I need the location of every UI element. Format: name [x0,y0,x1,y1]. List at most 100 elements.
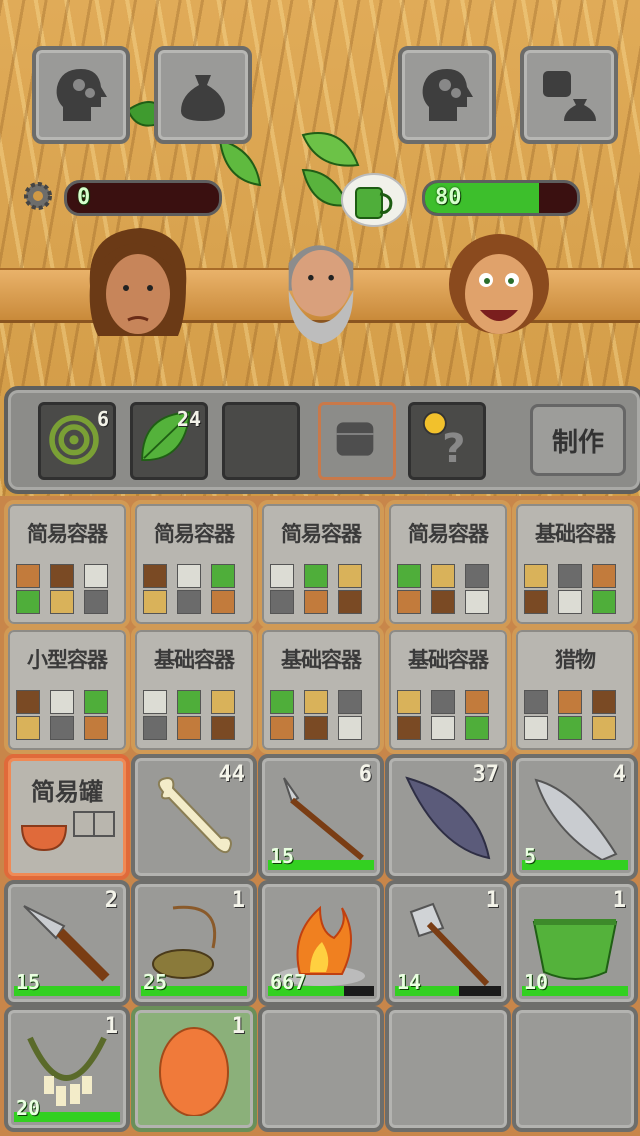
recipe-ingredient-icon [177,564,201,588]
skills-button[interactable] [32,46,130,144]
durability-value: 10 [524,970,549,994]
recipe-ingredient-icon [524,690,548,714]
item-count: 1 [612,888,626,913]
recipe-ingredient-icon [270,690,294,714]
craft-slot-1[interactable]: 6 [38,402,116,480]
character-face-young-man[interactable] [82,226,192,346]
recipe-card[interactable]: 简易容器 [258,500,384,628]
craft-slot-1-count: 6 [96,407,109,431]
empty-inventory-slot[interactable] [258,1006,384,1132]
recipe-ingredient-icon [143,716,167,740]
stone-blade-icon [534,778,618,862]
recipe-title: 基础容器 [154,648,235,672]
character-face-old-man[interactable] [266,226,376,346]
inventory-item[interactable]: 44 [131,754,257,880]
recipe-card[interactable]: 简易容器 [385,500,511,628]
recipe-ingredient-icon [431,690,455,714]
settings-gear-icon[interactable] [20,178,56,214]
recipe-ingredient-icon [397,590,421,614]
craft-slot-3[interactable] [222,402,300,480]
fist-bag-button[interactable] [520,46,618,144]
empty-inventory-slot[interactable] [385,1006,511,1132]
craft-button[interactable]: 制作 [530,404,626,476]
recipe-ingredient-icon [16,590,40,614]
recipe-ingredient-icon [84,716,108,740]
recipe-ingredient-icon [304,564,328,588]
item-count: 1 [231,888,245,913]
recipe-card[interactable]: 基础容器 [385,626,511,754]
recipe-card[interactable]: 猎物 [512,626,638,754]
thought-bubble-container-icon [341,173,407,227]
recipe-ingredient-icon [592,690,616,714]
recipe-title: 简易容器 [27,522,108,546]
clay-pot-icon [20,811,115,852]
recipe-ingredient-icon [558,690,582,714]
recipe-card[interactable]: 简易容器 [131,500,257,628]
recipe-ingredient-icon [270,564,294,588]
inventory-item[interactable]: 45 [512,754,638,880]
recipe-ingredient-icon [270,590,294,614]
recipe-ingredient-icon [465,690,489,714]
inventory-item[interactable]: 37 [385,754,511,880]
recipe-card[interactable]: 基础容器 [512,500,638,628]
recipe-ingredient-icon [16,690,40,714]
recipe-title: 简易容器 [154,522,235,546]
inventory-item[interactable]: 1 [131,1006,257,1132]
recipe-ingredient-icon [524,590,548,614]
recipe-ingredient-icon [397,690,421,714]
empty-inventory-slot[interactable] [512,1006,638,1132]
recipe-card[interactable]: 基础容器 [131,626,257,754]
inventory-item[interactable]: 1 10 [512,880,638,1006]
inventory-item[interactable]: 6 15 [258,754,384,880]
recipe-ingredient-icon [465,590,489,614]
recipe-ingredient-icon [465,716,489,740]
crafting-shelf: 6 24 ? 制作 [4,386,640,494]
bag-button[interactable] [154,46,252,144]
recipe-card[interactable]: 简易容器 [4,500,130,628]
recipe-ingredient-icon [338,690,362,714]
inventory-item[interactable]: 1 14 [385,880,511,1006]
inventory-item[interactable]: 1 25 [131,880,257,1006]
item-count: 2 [104,888,118,913]
skills-head-icon [56,69,107,121]
recipe-ingredient-icon [304,716,328,740]
recipe-ingredient-icon [177,590,201,614]
recipe-ingredient-icon [558,716,582,740]
craft-slot-2[interactable]: 24 [130,402,208,480]
recipe-title: 小型容器 [27,648,108,672]
recipe-ingredient-icon [16,716,40,740]
recipe-ingredient-icon [84,590,108,614]
fist-bag-icon [543,71,596,121]
recipe-ingredient-icon [431,590,455,614]
recipe-card[interactable]: 基础容器 [258,626,384,754]
recipe-ingredient-icon [524,564,548,588]
pot-item-card[interactable]: 简易罐 [4,754,130,880]
right-status-bar: 80 [422,180,580,216]
recipe-ingredient-icon [465,564,489,588]
craft-slot-hint[interactable]: ? [408,402,486,480]
durability-value: 14 [397,970,422,994]
item-count: 1 [104,1014,118,1039]
inventory-item[interactable]: 667 [258,880,384,1006]
fist-icon [336,422,374,456]
character-face-monkey[interactable] [444,228,554,348]
recipe-ingredient-icon [431,564,455,588]
craft-slot-fist[interactable] [318,402,396,480]
recipe-title: 基础容器 [408,648,489,672]
recipe-ingredient-icon [592,590,616,614]
recipe-ingredient-icon [50,690,74,714]
recipe-title: 基础容器 [535,522,616,546]
inventory-bag-icon [181,75,225,121]
recipe-ingredient-icon [558,590,582,614]
recipe-card[interactable]: 小型容器 [4,626,130,754]
inventory-item[interactable]: 1 20 [4,1006,130,1132]
skills-button-2[interactable] [398,46,496,144]
durability-value: 667 [270,970,307,994]
item-count: 44 [218,762,246,787]
left-status-bar: 0 [64,180,222,216]
durability-value: 15 [270,844,295,868]
recipe-title: 简易容器 [408,522,489,546]
item-count: 4 [612,762,626,787]
recipe-title: 简易容器 [281,522,362,546]
inventory-item[interactable]: 2 15 [4,880,130,1006]
